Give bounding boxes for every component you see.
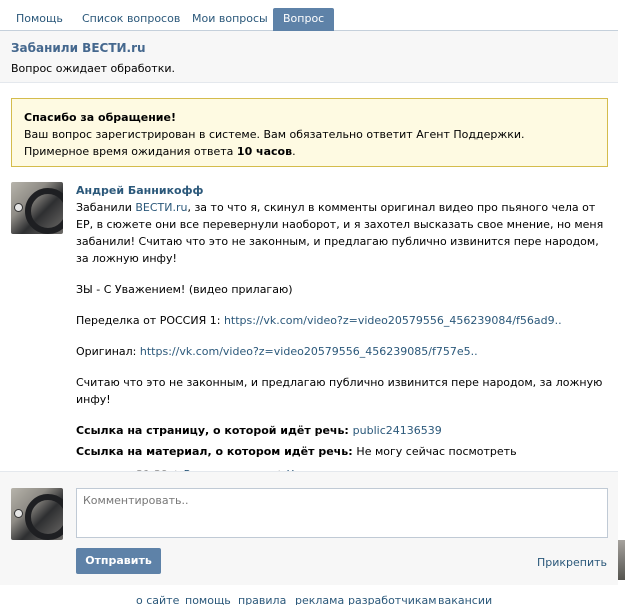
original-video-link[interactable]: https://vk.com/video?z=video20579556_456… — [140, 345, 478, 358]
material-reference: Ссылка на материал, о котором идёт речь:… — [76, 445, 517, 458]
avatar[interactable] — [11, 182, 63, 234]
post-closing: Считаю что это не законным, и предлагаю … — [76, 376, 603, 406]
post-body: Забанили ВЕСТИ.ru, за то что я, скинул в… — [76, 201, 604, 265]
footer-ads[interactable]: реклама — [295, 594, 344, 605]
tab-my-questions[interactable]: Мои вопросы — [182, 8, 278, 31]
steering-wheel-icon — [25, 188, 63, 234]
steering-wheel-icon — [25, 494, 63, 540]
send-button[interactable]: Отправить — [76, 548, 161, 574]
side-thumbnail — [618, 540, 625, 580]
tab-question[interactable]: Вопрос — [273, 8, 335, 31]
question-status: Вопрос ожидает обработки. — [11, 62, 175, 75]
tab-help[interactable]: Помощь — [6, 8, 73, 31]
author-name[interactable]: Андрей Банникофф — [76, 184, 203, 197]
footer-developers[interactable]: разработчикам — [348, 594, 437, 605]
original-line: Оригинал: https://vk.com/video?z=video20… — [76, 345, 478, 358]
tab-questions-list[interactable]: Список вопросов — [72, 8, 190, 31]
remake-line: Переделка от РОССИЯ 1: https://vk.com/vi… — [76, 314, 562, 327]
post-ps: ЗЫ - С Уважением! (видео прилагаю) — [76, 283, 293, 296]
notice-line-2: Примерное время ожидания ответа 10 часов… — [24, 145, 296, 158]
vesti-link[interactable]: ВЕСТИ.ru — [135, 201, 187, 214]
question-post: Андрей Банникофф Забанили ВЕСТИ.ru, за т… — [76, 182, 611, 483]
attach-link[interactable]: Прикрепить — [537, 556, 607, 569]
question-title: Забанили ВЕСТИ.ru — [11, 41, 146, 55]
wait-time: 10 часов — [236, 145, 293, 158]
footer-about[interactable]: о сайте — [136, 594, 179, 605]
notice-heading: Спасибо за обращение! — [24, 111, 176, 124]
car-badge-icon — [14, 203, 23, 212]
comment-input[interactable]: Комментировать.. — [76, 488, 608, 538]
thank-you-notice: Спасибо за обращение! Ваш вопрос зарегис… — [11, 98, 608, 167]
footer-rules[interactable]: правила — [238, 594, 286, 605]
tab-bar: Помощь Список вопросов Мои вопросы Вопро… — [0, 0, 618, 31]
page-reference: Ссылка на страницу, о которой идёт речь:… — [76, 424, 442, 437]
footer-help[interactable]: помощь — [185, 594, 231, 605]
notice-line-1: Ваш вопрос зарегистрирован в системе. Ва… — [24, 128, 525, 141]
current-user-avatar[interactable] — [11, 488, 63, 540]
remake-video-link[interactable]: https://vk.com/video?z=video20579556_456… — [224, 314, 562, 327]
car-badge-icon — [14, 509, 23, 518]
footer-jobs[interactable]: вакансии — [438, 594, 492, 605]
page-reference-link[interactable]: public24136539 — [353, 424, 442, 437]
footer: о сайте помощь правила реклама разработч… — [0, 594, 618, 605]
question-header: Забанили ВЕСТИ.ru Вопрос ожидает обработ… — [0, 31, 618, 83]
